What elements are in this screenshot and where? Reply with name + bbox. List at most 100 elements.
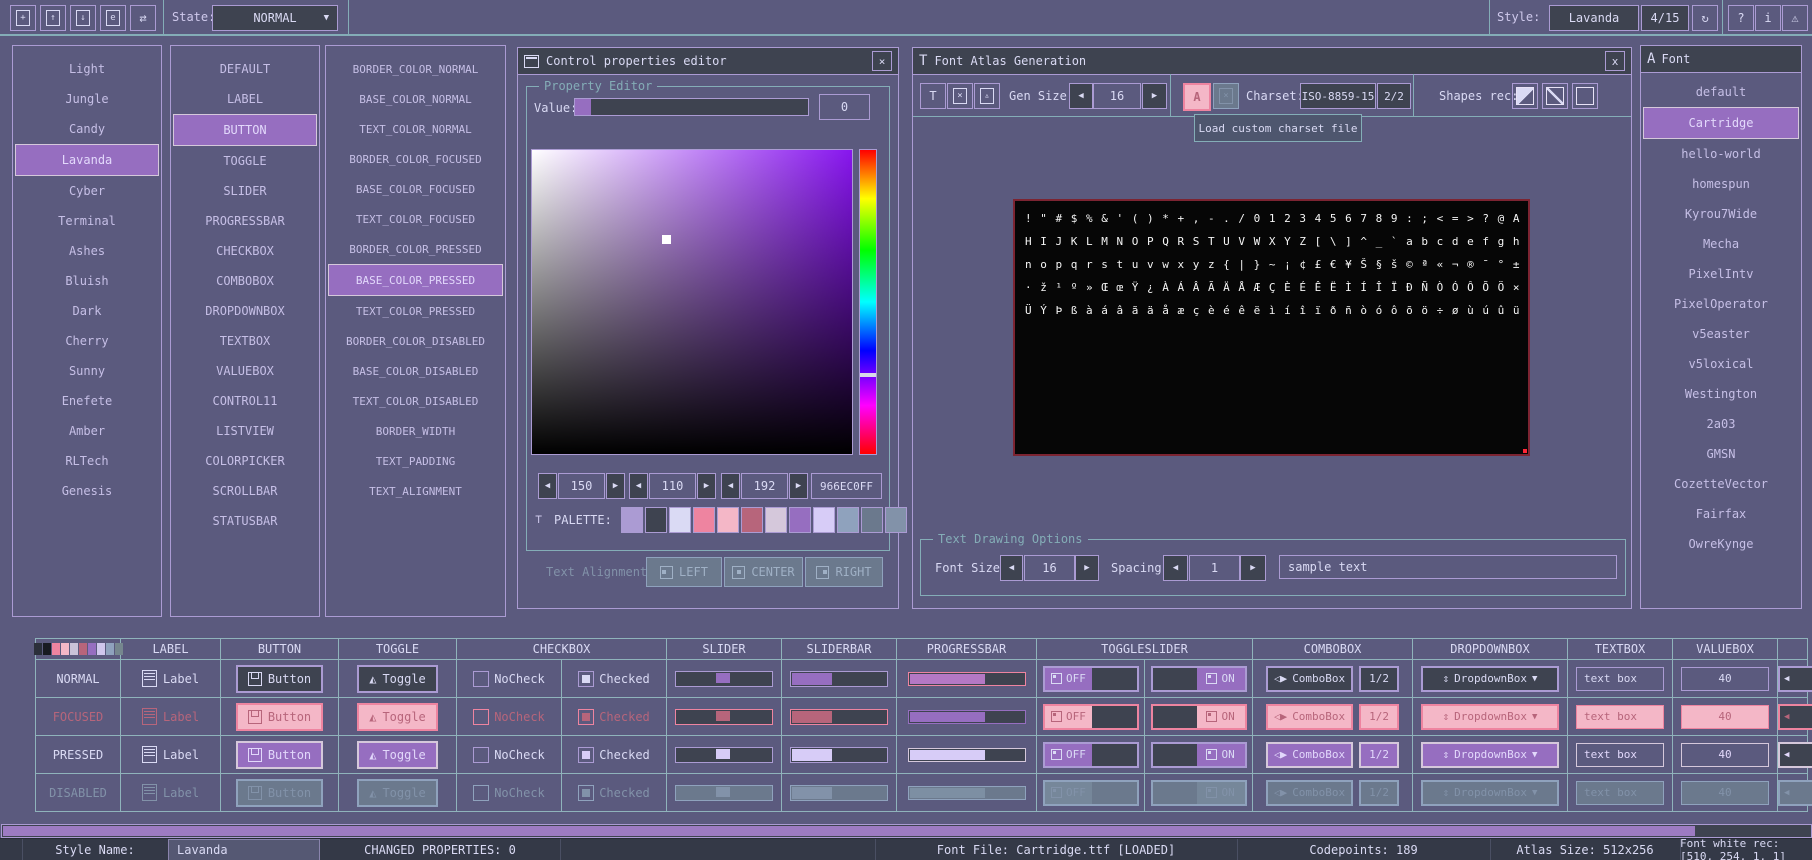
prop-item-border-color-normal[interactable]: BORDER_COLOR_NORMAL xyxy=(328,54,503,84)
hue-bar[interactable] xyxy=(859,149,877,455)
blue-decrement-button[interactable]: ◀ xyxy=(721,473,740,499)
font-item-v5easter[interactable]: v5easter xyxy=(1643,319,1799,349)
preview-combobox-pressed[interactable]: ◁▶ComboBox1/2 xyxy=(1253,736,1413,774)
style-item-amber[interactable]: Amber xyxy=(15,416,159,446)
save-style-button[interactable]: ↓ xyxy=(70,5,96,31)
scrollbar-thumb[interactable] xyxy=(3,826,1695,836)
sample-text-input[interactable]: sample text xyxy=(1279,555,1617,579)
align-left-button[interactable]: LEFT xyxy=(646,557,722,587)
prop-item-border-color-pressed[interactable]: BORDER_COLOR_PRESSED xyxy=(328,234,503,264)
color-picker-cursor[interactable] xyxy=(662,235,671,244)
prop-item-base-color-disabled[interactable]: BASE_COLOR_DISABLED xyxy=(328,356,503,386)
preview-sliderbar-focused[interactable] xyxy=(782,698,897,736)
blue-value-box[interactable]: 192 xyxy=(741,473,788,499)
preview-combobox-disabled[interactable]: ◁▶ComboBox1/2 xyxy=(1253,774,1413,812)
preview-textbox-focused[interactable]: text box xyxy=(1568,698,1673,736)
palette-swatch[interactable] xyxy=(717,507,739,533)
preview-textbox-normal[interactable]: text box xyxy=(1568,660,1673,698)
font-item-pixelintv[interactable]: PixelIntv xyxy=(1643,259,1799,289)
style-item-enefete[interactable]: Enefete xyxy=(15,386,159,416)
preview-combobox-normal[interactable]: ◁▶ComboBox1/2 xyxy=(1253,660,1413,698)
preview-toggleslider-off-pressed[interactable]: OFF xyxy=(1037,736,1145,774)
palette-swatch[interactable] xyxy=(885,507,907,533)
control-item-scrollbar[interactable]: SCROLLBAR xyxy=(173,476,317,506)
palette-swatch[interactable] xyxy=(621,507,643,533)
prop-item-border-width[interactable]: BORDER_WIDTH xyxy=(328,416,503,446)
preview-valuebox-normal[interactable]: 40 xyxy=(1673,660,1778,698)
hue-bar-marker[interactable] xyxy=(860,373,876,377)
control-item-checkbox[interactable]: CHECKBOX xyxy=(173,236,317,266)
style-item-ashes[interactable]: Ashes xyxy=(15,236,159,266)
export-style-button[interactable]: e xyxy=(100,5,126,31)
spacing-increment-button[interactable]: ▶ xyxy=(1240,555,1266,581)
color-picker-panel[interactable] xyxy=(531,149,853,455)
font-item-default[interactable]: default xyxy=(1643,77,1799,107)
prop-item-base-color-normal[interactable]: BASE_COLOR_NORMAL xyxy=(328,84,503,114)
slider-handle[interactable] xyxy=(716,749,730,759)
preview-toggle-focused[interactable]: ◭Toggle xyxy=(339,698,457,736)
combo-counter[interactable]: 1/2 xyxy=(1359,780,1399,806)
font-item-fairfax[interactable]: Fairfax xyxy=(1643,499,1799,529)
preview-slider-normal[interactable] xyxy=(667,660,782,698)
style-item-candy[interactable]: Candy xyxy=(15,114,159,144)
palette-swatch[interactable] xyxy=(789,507,811,533)
combo-counter[interactable]: 1/2 xyxy=(1359,666,1399,692)
font-item-2a03[interactable]: 2a03 xyxy=(1643,409,1799,439)
combo-counter[interactable]: 1/2 xyxy=(1359,742,1399,768)
preview-dropdownbox-disabled[interactable]: ⇕DropdownBox▼ xyxy=(1413,774,1568,812)
control-item-dropdownbox[interactable]: DROPDOWNBOX xyxy=(173,296,317,326)
preview-toggleslider-on-disabled[interactable]: ON xyxy=(1145,774,1253,812)
preview-toggle-disabled[interactable]: ◭Toggle xyxy=(339,774,457,812)
prop-item-border-color-focused[interactable]: BORDER_COLOR_FOCUSED xyxy=(328,144,503,174)
style-item-jungle[interactable]: Jungle xyxy=(15,84,159,114)
control-item-control11[interactable]: CONTROL11 xyxy=(173,386,317,416)
slider-handle[interactable] xyxy=(716,787,730,797)
font-item-pixeloperator[interactable]: PixelOperator xyxy=(1643,289,1799,319)
spacing-value-box[interactable]: 1 xyxy=(1189,555,1240,581)
preview-slider-disabled[interactable] xyxy=(667,774,782,812)
prop-item-text-color-disabled[interactable]: TEXT_COLOR_DISABLED xyxy=(328,386,503,416)
green-decrement-button[interactable]: ◀ xyxy=(629,473,648,499)
control-item-combobox[interactable]: COMBOBOX xyxy=(173,266,317,296)
red-decrement-button[interactable]: ◀ xyxy=(538,473,557,499)
preview-textbox-disabled[interactable]: text box xyxy=(1568,774,1673,812)
font-item-kyrou7wide[interactable]: Kyrou7Wide xyxy=(1643,199,1799,229)
gen-size-value-box[interactable]: 16 xyxy=(1093,83,1141,109)
status-style-name-value[interactable]: Lavanda xyxy=(168,839,320,860)
font-size-decrement-button[interactable]: ◀ xyxy=(1000,555,1023,581)
control-item-progressbar[interactable]: PROGRESSBAR xyxy=(173,206,317,236)
preview-checkbox-unchecked-disabled[interactable]: NoCheck xyxy=(457,774,562,812)
palette-swatch[interactable] xyxy=(837,507,859,533)
prop-item-text-color-focused[interactable]: TEXT_COLOR_FOCUSED xyxy=(328,204,503,234)
combo-counter[interactable]: 1/2 xyxy=(1359,704,1399,730)
load-font-button[interactable]: T xyxy=(920,83,946,109)
palette-swatch[interactable] xyxy=(813,507,835,533)
close-properties-editor-button[interactable]: × xyxy=(872,51,892,71)
shapes-rec-white-button[interactable] xyxy=(1512,83,1538,109)
style-item-genesis[interactable]: Genesis xyxy=(15,476,159,506)
style-combobox[interactable]: Lavanda xyxy=(1549,5,1639,31)
palette-swatch[interactable] xyxy=(741,507,763,533)
prop-item-base-color-focused[interactable]: BASE_COLOR_FOCUSED xyxy=(328,174,503,204)
font-item-owrekynge[interactable]: OwreKynge xyxy=(1643,529,1799,559)
preview-slider-focused[interactable] xyxy=(667,698,782,736)
value-box[interactable]: 0 xyxy=(819,94,870,120)
style-item-rltech[interactable]: RLTech xyxy=(15,446,159,476)
horizontal-scrollbar[interactable] xyxy=(1,824,1812,838)
preview-checkbox-unchecked-normal[interactable]: NoCheck xyxy=(457,660,562,698)
charset-value-box[interactable]: ISO-8859-15 xyxy=(1300,83,1376,109)
style-item-cherry[interactable]: Cherry xyxy=(15,326,159,356)
preview-toggleslider-on-normal[interactable]: ON xyxy=(1145,660,1253,698)
font-item-hello-world[interactable]: hello-world xyxy=(1643,139,1799,169)
preview-toggleslider-on-focused[interactable]: ON xyxy=(1145,698,1253,736)
value-slider[interactable] xyxy=(574,98,809,116)
export-atlas-image-button[interactable]: ▵ xyxy=(974,83,1000,109)
font-item-cozettevector[interactable]: CozetteVector xyxy=(1643,469,1799,499)
style-item-bluish[interactable]: Bluish xyxy=(15,266,159,296)
prop-item-text-color-normal[interactable]: TEXT_COLOR_NORMAL xyxy=(328,114,503,144)
preview-sliderbar-disabled[interactable] xyxy=(782,774,897,812)
style-item-light[interactable]: Light xyxy=(15,54,159,84)
font-size-increment-button[interactable]: ▶ xyxy=(1075,555,1099,581)
font-item-v5loxical[interactable]: v5loxical xyxy=(1643,349,1799,379)
close-font-atlas-button[interactable]: x xyxy=(1605,51,1625,71)
